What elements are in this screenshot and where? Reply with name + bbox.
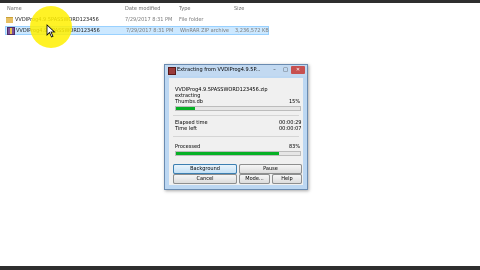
zip-archive-icon [7, 27, 15, 35]
maximize-button[interactable]: □ [280, 66, 291, 74]
divider [173, 136, 299, 137]
mouse-cursor-icon [46, 24, 56, 38]
file-type: WinRAR ZIP archive [180, 28, 230, 34]
total-progress-fill [176, 152, 279, 155]
column-header-date[interactable]: Date modified [125, 6, 160, 13]
file-size: 3,236,572 KB [235, 28, 269, 34]
folder-icon [6, 17, 13, 23]
dialog-title: Extracting from VVDIProg4.9.5P... [177, 67, 261, 73]
divider [173, 115, 299, 116]
pause-button[interactable]: Pause [239, 164, 302, 174]
file-type: File folder [179, 17, 204, 23]
cancel-button[interactable]: Cancel [173, 174, 237, 184]
column-header-size[interactable]: Size [234, 6, 244, 13]
file-percent: 15% [289, 99, 301, 105]
winrar-icon [168, 67, 176, 75]
dialog-body: VVDIProg4.9.5PASSWORD123456.zip extracti… [169, 78, 303, 185]
background-button[interactable]: Background [173, 164, 237, 174]
extract-dialog: Extracting from VVDIProg4.9.5P... – □ ✕ … [164, 64, 308, 190]
timeleft-value: 00:00:07 [279, 126, 302, 132]
column-header-type[interactable]: Type [179, 6, 190, 13]
help-button[interactable]: Help [272, 174, 302, 184]
file-date: 7/29/2017 8:31 PM [126, 28, 174, 34]
column-header-name[interactable]: Name [7, 6, 22, 13]
file-progress-fill [176, 107, 195, 110]
current-file: Thumbs.db [175, 99, 203, 105]
file-date: 7/29/2017 8:31 PM [125, 17, 173, 23]
mode-button[interactable]: Mode... [239, 174, 270, 184]
total-progress-bar [175, 151, 301, 156]
bottom-border [0, 266, 480, 270]
close-button[interactable]: ✕ [291, 66, 305, 74]
dialog-titlebar[interactable]: Extracting from VVDIProg4.9.5P... – □ ✕ [165, 65, 307, 76]
timeleft-label: Time left [175, 126, 197, 132]
top-border [0, 0, 480, 3]
file-progress-bar [175, 106, 301, 111]
processed-label: Processed [175, 144, 201, 150]
minimize-button[interactable]: – [269, 66, 280, 74]
processed-percent: 83% [289, 144, 301, 150]
